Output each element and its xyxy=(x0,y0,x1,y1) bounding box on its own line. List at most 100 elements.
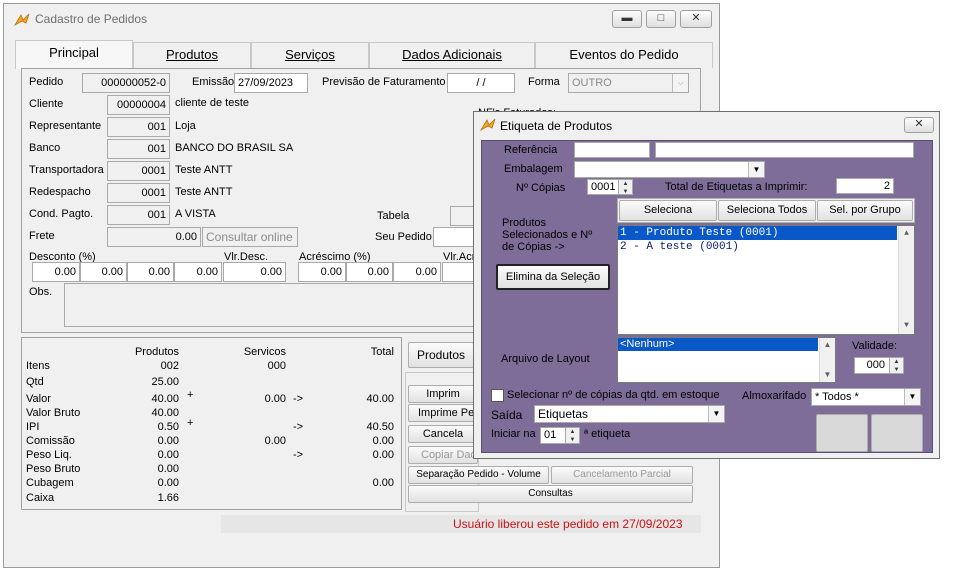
summary-row-total: 0.00 xyxy=(372,477,394,489)
list-item[interactable]: 1 - Produto Teste (0001) xyxy=(618,226,897,240)
dialog-close-button[interactable]: ✕ xyxy=(904,117,934,133)
close-button[interactable]: ✕ xyxy=(680,10,712,28)
summary-row-label: Valor Bruto xyxy=(26,407,81,419)
acrescimo-field-2[interactable]: 0.00 xyxy=(346,262,393,282)
desconto-field-1[interactable]: 0.00 xyxy=(32,262,80,282)
banco-name: BANCO DO BRASIL SA xyxy=(175,142,294,154)
scroll-arrow-icon[interactable]: ▲ xyxy=(820,338,835,352)
tabela-label: Tabela xyxy=(377,210,410,222)
forma-select[interactable]: OUTRO ⌵ xyxy=(568,73,689,93)
frete-field[interactable]: 0.00 xyxy=(107,227,201,247)
desconto-field-4[interactable]: 0.00 xyxy=(174,262,222,282)
cancela-button[interactable]: Cancela xyxy=(408,425,478,443)
desconto-field-3[interactable]: 0.00 xyxy=(127,262,174,282)
cliente-code-field[interactable]: 00000004 xyxy=(107,95,170,115)
summary-row-produtos: 0.00 xyxy=(157,463,179,475)
cancel-button[interactable] xyxy=(871,414,923,452)
validade-spinner[interactable]: 000 ▲ ▼ xyxy=(854,357,904,374)
acrescimo-field-3[interactable]: 0.00 xyxy=(393,262,441,282)
tab-produtos[interactable]: Produtos xyxy=(133,42,251,68)
emissao-field[interactable]: 27/09/2023 xyxy=(234,73,308,93)
summary-row-produtos: 0.00 xyxy=(157,449,179,461)
consultar-online-button[interactable]: Consultar online xyxy=(202,227,298,247)
imprime-pedido-button[interactable]: Imprime Pedid xyxy=(408,404,478,422)
tab-eventos-pedido[interactable]: Eventos do Pedido xyxy=(535,42,713,68)
almoxarifado-select[interactable]: * Todos * ▼ xyxy=(811,388,921,406)
app-logo-icon xyxy=(480,118,496,132)
summary-row-produtos: 1.66 xyxy=(157,492,179,504)
seu-pedido-label: Seu Pedido xyxy=(375,231,432,243)
dialog-titlebar: Etiqueta de Produtos ✕ xyxy=(474,112,939,138)
list-scrollbar[interactable]: ▲ ▼ xyxy=(898,226,914,334)
maximize-button[interactable]: □ xyxy=(646,10,676,28)
imprime-button[interactable]: Imprim xyxy=(408,385,478,403)
confirm-button[interactable] xyxy=(816,414,868,452)
tab-servicos[interactable]: Serviços xyxy=(251,42,369,68)
summary-row-label: Cubagem xyxy=(26,477,74,489)
tab-principal[interactable]: Principal xyxy=(15,40,133,69)
produtos-button[interactable]: Produtos xyxy=(408,342,474,368)
close-icon: ✕ xyxy=(691,12,701,24)
forma-label: Forma xyxy=(528,76,560,88)
cliente-name: cliente de teste xyxy=(175,97,249,109)
transportadora-name: Teste ANTT xyxy=(175,164,233,176)
pedido-field[interactable]: 000000052-0 xyxy=(82,73,170,93)
iniciar-na-label: Iniciar na xyxy=(491,428,536,440)
previsao-field[interactable]: / / xyxy=(447,73,515,93)
scroll-arrow-icon[interactable]: ▲ xyxy=(899,226,914,242)
seleciona-todos-button[interactable]: Seleciona Todos xyxy=(718,200,816,221)
cond-pagto-code-field[interactable]: 001 xyxy=(107,205,170,225)
summary-arrow: -> xyxy=(293,393,304,405)
scroll-arrow-icon[interactable]: ▼ xyxy=(899,318,914,334)
summary-row-produtos: 0.50 xyxy=(157,421,179,433)
desconto-field-2[interactable]: 0.00 xyxy=(80,262,127,282)
spin-icon[interactable]: ▲ ▼ xyxy=(889,358,903,373)
previsao-label: Previsão de Faturamento xyxy=(322,76,446,88)
spin-icon[interactable]: ▲ ▼ xyxy=(618,180,632,194)
summary-row-produtos: 40.00 xyxy=(151,393,179,405)
redespacho-code-field[interactable]: 0001 xyxy=(107,183,170,203)
saida-select[interactable]: Etiquetas ▼ xyxy=(534,405,725,423)
referencia-desc-field[interactable] xyxy=(655,142,914,158)
scroll-arrow-icon[interactable]: ▼ xyxy=(820,368,835,382)
vlr-desc-field[interactable]: 0.00 xyxy=(223,262,286,282)
dialog-title: Etiqueta de Produtos xyxy=(500,119,613,133)
layout-scrollbar[interactable]: ▲ ▼ xyxy=(819,338,835,382)
selecionar-copias-checkbox[interactable] xyxy=(491,389,504,402)
layout-file-list[interactable]: <Nenhum> ▲ ▼ xyxy=(617,337,836,383)
banco-code-field[interactable]: 001 xyxy=(107,139,170,159)
representante-name: Loja xyxy=(175,120,196,132)
seu-pedido-field[interactable] xyxy=(433,227,478,247)
sel-por-grupo-button[interactable]: Sel. por Grupo xyxy=(817,200,913,221)
cond-pagto-label: Cond. Pagto. xyxy=(29,208,94,220)
representante-code-field[interactable]: 001 xyxy=(107,117,170,137)
summary-row-total: 0.00 xyxy=(372,449,394,461)
summary-row-produtos: 0.00 xyxy=(157,477,179,489)
summary-arrow: -> xyxy=(293,449,304,461)
summary-arrow: -> xyxy=(293,421,304,433)
spin-icon[interactable]: ▲ ▼ xyxy=(565,428,579,443)
embalagem-select[interactable]: ▼ xyxy=(574,161,765,178)
summary-row-servicos: 0.00 xyxy=(264,435,286,447)
minimize-button[interactable]: ▬ xyxy=(612,10,642,28)
transportadora-code-field[interactable]: 0001 xyxy=(107,161,170,181)
obs-textarea[interactable] xyxy=(64,283,478,327)
cancelamento-parcial-button[interactable]: Cancelamento Parcial xyxy=(551,466,693,484)
elimina-selecao-button[interactable]: Elimina da Seleção xyxy=(496,264,610,290)
copias-spinner[interactable]: 0001 ▲ ▼ xyxy=(587,179,633,195)
copiar-dados-button[interactable]: Copiar Dados xyxy=(408,446,478,464)
acrescimo-field-1[interactable]: 0.00 xyxy=(298,262,346,282)
list-item[interactable]: 2 - A teste (0001) xyxy=(618,240,914,254)
consultas-button[interactable]: Consultas xyxy=(408,485,693,503)
main-window-title: Cadastro de Pedidos xyxy=(35,12,148,26)
selected-products-list[interactable]: 1 - Produto Teste (0001) 2 - A teste (00… xyxy=(617,225,915,335)
list-item[interactable]: <Nenhum> xyxy=(618,338,818,351)
saida-label: Saída xyxy=(491,408,523,422)
seleciona-button[interactable]: Seleciona xyxy=(619,200,717,221)
referencia-field[interactable] xyxy=(574,142,650,158)
iniciar-spinner[interactable]: 01 ▲ ▼ xyxy=(540,427,580,444)
summary-row-label: Valor xyxy=(26,393,51,405)
separacao-button[interactable]: Separação Pedido - Volume xyxy=(408,466,549,484)
summary-header-produtos: Produtos xyxy=(134,346,179,358)
tab-dados-adicionais[interactable]: Dados Adicionais xyxy=(369,42,535,68)
